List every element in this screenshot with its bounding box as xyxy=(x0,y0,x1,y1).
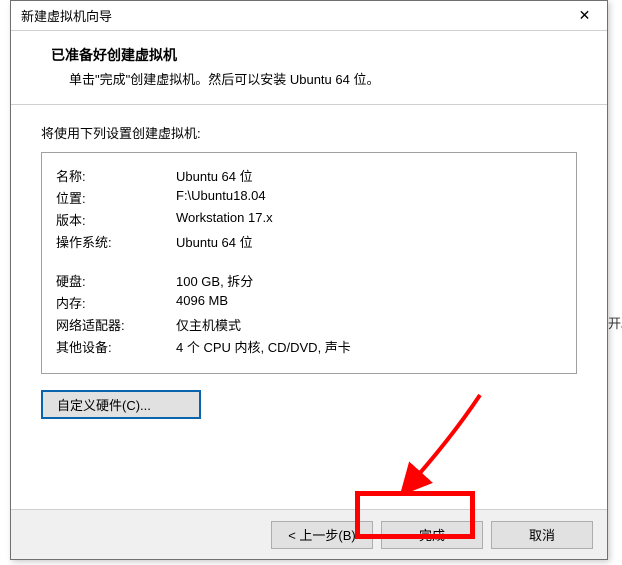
name-label: 名称: xyxy=(56,166,176,185)
header-subtitle: 单击"完成"创建虚拟机。然后可以安装 Ubuntu 64 位。 xyxy=(69,69,583,88)
row-other: 其他设备: 4 个 CPU 内核, CD/DVD, 声卡 xyxy=(56,337,562,356)
location-label: 位置: xyxy=(56,188,176,207)
row-location: 位置: F:\Ubuntu18.04 xyxy=(56,188,562,207)
os-label: 操作系统: xyxy=(56,232,176,251)
section-intro: 将使用下列设置创建虚拟机: xyxy=(41,123,577,142)
other-value: 4 个 CPU 内核, CD/DVD, 声卡 xyxy=(176,337,562,356)
close-button[interactable]: ✕ xyxy=(562,1,607,30)
row-disk: 硬盘: 100 GB, 拆分 xyxy=(56,271,562,290)
disk-value: 100 GB, 拆分 xyxy=(176,271,562,290)
row-os: 操作系统: Ubuntu 64 位 xyxy=(56,232,562,251)
finish-button[interactable]: 完成 xyxy=(381,521,483,549)
back-button[interactable]: < 上一步(B) xyxy=(271,521,373,549)
other-label: 其他设备: xyxy=(56,337,176,356)
network-label: 网络适配器: xyxy=(56,315,176,334)
background-text: 开。 xyxy=(608,313,622,332)
customize-hardware-button[interactable]: 自定义硬件(C)... xyxy=(41,390,201,419)
version-value: Workstation 17.x xyxy=(176,210,562,229)
name-value: Ubuntu 64 位 xyxy=(176,166,562,185)
titlebar: 新建虚拟机向导 ✕ xyxy=(11,1,607,31)
row-name: 名称: Ubuntu 64 位 xyxy=(56,166,562,185)
dialog-body: 将使用下列设置创建虚拟机: 名称: Ubuntu 64 位 位置: F:\Ubu… xyxy=(11,105,607,419)
disk-label: 硬盘: xyxy=(56,271,176,290)
memory-value: 4096 MB xyxy=(176,293,562,312)
row-network: 网络适配器: 仅主机模式 xyxy=(56,315,562,334)
close-icon: ✕ xyxy=(579,7,591,24)
row-memory: 内存: 4096 MB xyxy=(56,293,562,312)
memory-label: 内存: xyxy=(56,293,176,312)
wizard-dialog: 新建虚拟机向导 ✕ 已准备好创建虚拟机 单击"完成"创建虚拟机。然后可以安装 U… xyxy=(10,0,608,560)
header: 已准备好创建虚拟机 单击"完成"创建虚拟机。然后可以安装 Ubuntu 64 位… xyxy=(11,31,607,105)
row-version: 版本: Workstation 17.x xyxy=(56,210,562,229)
header-title: 已准备好创建虚拟机 xyxy=(51,45,583,65)
network-value: 仅主机模式 xyxy=(176,315,562,334)
os-value: Ubuntu 64 位 xyxy=(176,232,562,251)
location-value: F:\Ubuntu18.04 xyxy=(176,188,562,207)
version-label: 版本: xyxy=(56,210,176,229)
settings-box: 名称: Ubuntu 64 位 位置: F:\Ubuntu18.04 版本: W… xyxy=(41,152,577,374)
cancel-button[interactable]: 取消 xyxy=(491,521,593,549)
footer: < 上一步(B) 完成 取消 xyxy=(11,509,607,559)
dialog-title: 新建虚拟机向导 xyxy=(21,6,112,25)
